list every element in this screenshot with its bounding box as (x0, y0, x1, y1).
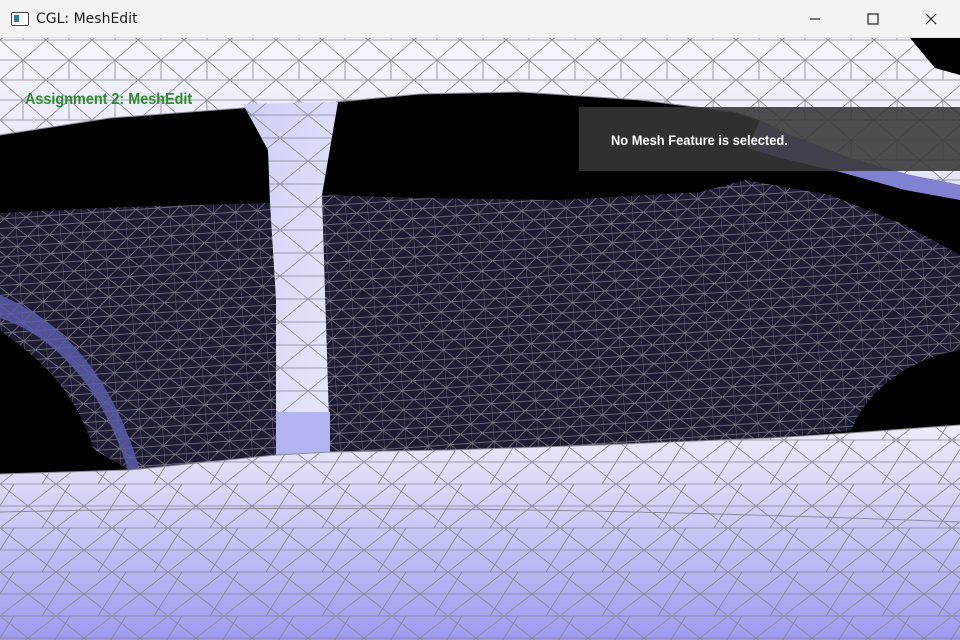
status-message: No Mesh Feature is selected. (611, 132, 788, 148)
maximize-icon (867, 13, 879, 25)
close-icon (925, 13, 937, 25)
window-controls (786, 0, 960, 38)
assignment-label: Assignment 2: MeshEdit (25, 91, 193, 108)
close-button[interactable] (902, 0, 960, 38)
mesh-viewport[interactable]: Assignment 2: MeshEdit No Mesh Feature i… (0, 38, 960, 640)
minimize-icon (810, 18, 820, 20)
window-title: CGL: MeshEdit (36, 10, 138, 27)
minimize-button[interactable] (786, 0, 844, 38)
status-panel: No Mesh Feature is selected. (579, 107, 960, 171)
title-bar[interactable]: CGL: MeshEdit (0, 0, 960, 38)
app-icon (11, 11, 29, 26)
maximize-button[interactable] (844, 0, 902, 38)
